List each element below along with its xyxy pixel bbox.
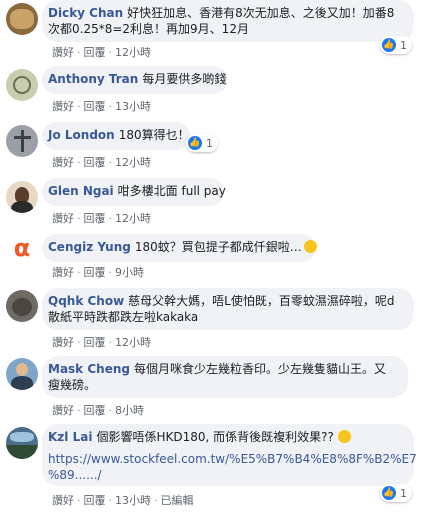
- comment-link[interactable]: %89....../: [48, 467, 404, 483]
- avatar[interactable]: α: [6, 232, 38, 264]
- comment-author[interactable]: Kzl Lai: [48, 430, 92, 444]
- comment-text: 咁多樓北面 full pay: [117, 184, 226, 198]
- comment-actions: 讚好 · 回覆 · 12小時: [52, 212, 151, 225]
- comment-bubble: Kzl Lai 個影響唔係HKD180, 而係背後既複利效果?? https://…: [42, 424, 417, 486]
- reply-button[interactable]: 回覆: [84, 266, 106, 279]
- like-button[interactable]: 讚好: [52, 404, 74, 417]
- comment-text: 次都0.25*8=2利息！再加9月、12月: [48, 22, 249, 36]
- like-button[interactable]: 讚好: [52, 100, 74, 113]
- like-icon: 👍: [382, 38, 396, 52]
- comment-text: 好快狂加息、香港有8次无加息、之後又加！加番8: [127, 6, 395, 20]
- timestamp[interactable]: 12小時: [115, 156, 151, 169]
- comment-bubble: Anthony Tran 每月要供多啲錢: [42, 66, 228, 94]
- comment-text: 每個月咪食少左幾粒香印。少左幾隻貓山王。又: [133, 362, 386, 376]
- avatar[interactable]: [6, 3, 38, 35]
- like-button[interactable]: 讚好: [52, 212, 74, 225]
- comment-bubble: Cengiz Yung 180蚊？買包提子都成仟銀啦…: [42, 234, 317, 262]
- comment-actions: 讚好 · 回覆 · 12小時: [52, 336, 151, 349]
- comment-author[interactable]: Qqhk Chow: [48, 294, 124, 308]
- avatar[interactable]: [6, 125, 38, 157]
- reply-button[interactable]: 回覆: [84, 46, 106, 59]
- comment-bubble: Qqhk Chow 慈母父幹大媽，唔L使怕既，百零蚊濕濕碎啦，呢d 散紙平時跌都跌…: [42, 288, 414, 330]
- comment-text: 個影響唔係HKD180, 而係背後既複利效果??: [96, 430, 334, 444]
- like-button[interactable]: 讚好: [52, 494, 74, 507]
- timestamp[interactable]: 12小時: [115, 212, 151, 225]
- comment-author[interactable]: Cengiz Yung: [48, 240, 131, 254]
- worried-emoji-icon: [337, 430, 351, 443]
- comment-author[interactable]: Jo London: [48, 128, 115, 142]
- timestamp[interactable]: 13小時: [115, 100, 151, 113]
- comment-actions: 讚好 · 回覆 · 13小時: [52, 100, 151, 113]
- reply-button[interactable]: 回覆: [84, 212, 106, 225]
- like-icon: 👍: [188, 136, 202, 150]
- reaction-count[interactable]: 👍 1: [380, 36, 412, 54]
- edited-label: 已編輯: [160, 494, 194, 507]
- comment-text: 慈母父幹大媽，唔L使怕既，百零蚊濕濕碎啦，呢d: [128, 294, 395, 308]
- comment-bubble: Mask Cheng 每個月咪食少左幾粒香印。少左幾隻貓山王。又 瘦幾磅。: [42, 356, 408, 398]
- comment-text: 瘦幾磅。: [48, 378, 97, 392]
- reply-button[interactable]: 回覆: [84, 100, 106, 113]
- comment-actions: 讚好 · 回覆 · 12小時: [52, 46, 151, 59]
- svg-text:α: α: [14, 234, 31, 262]
- reply-button[interactable]: 回覆: [84, 404, 106, 417]
- avatar[interactable]: [6, 358, 38, 390]
- comment-text: 180算得乜！: [118, 128, 190, 142]
- comment-link[interactable]: https://www.stockfeel.com.tw/%E5%B7%B4%E…: [48, 451, 417, 467]
- reply-button[interactable]: 回覆: [84, 336, 106, 349]
- reply-button[interactable]: 回覆: [84, 494, 106, 507]
- comment-bubble: Jo London 180算得乜！: [42, 122, 190, 150]
- comment-author[interactable]: Dicky Chan: [48, 6, 123, 20]
- comment-text: 散紙平時跌都跌左啦kakaka: [48, 310, 199, 324]
- timestamp[interactable]: 13小時: [115, 494, 151, 507]
- comment-author[interactable]: Anthony Tran: [48, 72, 138, 86]
- avatar[interactable]: [6, 181, 38, 213]
- reply-button[interactable]: 回覆: [84, 156, 106, 169]
- comment-actions: 讚好 · 回覆 · 8小時: [52, 404, 144, 417]
- comment-text: 每月要供多啲錢: [142, 72, 227, 86]
- reaction-count[interactable]: 👍 1: [380, 484, 412, 502]
- like-button[interactable]: 讚好: [52, 336, 74, 349]
- timestamp[interactable]: 12小時: [115, 46, 151, 59]
- comment-author[interactable]: Mask Cheng: [48, 362, 130, 376]
- comment-bubble: Dicky Chan 好快狂加息、香港有8次无加息、之後又加！加番8 次都0.25…: [42, 0, 414, 42]
- timestamp[interactable]: 8小時: [115, 404, 144, 417]
- avatar[interactable]: [6, 69, 38, 101]
- comment-bubble: Glen Ngai 咁多樓北面 full pay: [42, 178, 226, 206]
- like-button[interactable]: 讚好: [52, 266, 74, 279]
- like-icon: 👍: [382, 486, 396, 500]
- avatar[interactable]: [6, 427, 38, 459]
- comment-actions: 讚好 · 回覆 · 9小時: [52, 266, 144, 279]
- laughing-emoji-icon: [303, 240, 317, 253]
- timestamp[interactable]: 9小時: [115, 266, 144, 279]
- reaction-count[interactable]: 👍 1: [186, 134, 218, 152]
- logo-icon: α: [14, 234, 31, 262]
- like-button[interactable]: 讚好: [52, 46, 74, 59]
- timestamp[interactable]: 12小時: [115, 336, 151, 349]
- like-button[interactable]: 讚好: [52, 156, 74, 169]
- avatar[interactable]: [6, 290, 38, 322]
- comment-actions: 讚好 · 回覆 · 12小時: [52, 156, 151, 169]
- comment-author[interactable]: Glen Ngai: [48, 184, 114, 198]
- comment-text: 180蚊？買包提子都成仟銀啦…: [134, 240, 302, 254]
- comment-actions: 讚好 · 回覆 · 13小時 · 已編輯: [52, 494, 194, 507]
